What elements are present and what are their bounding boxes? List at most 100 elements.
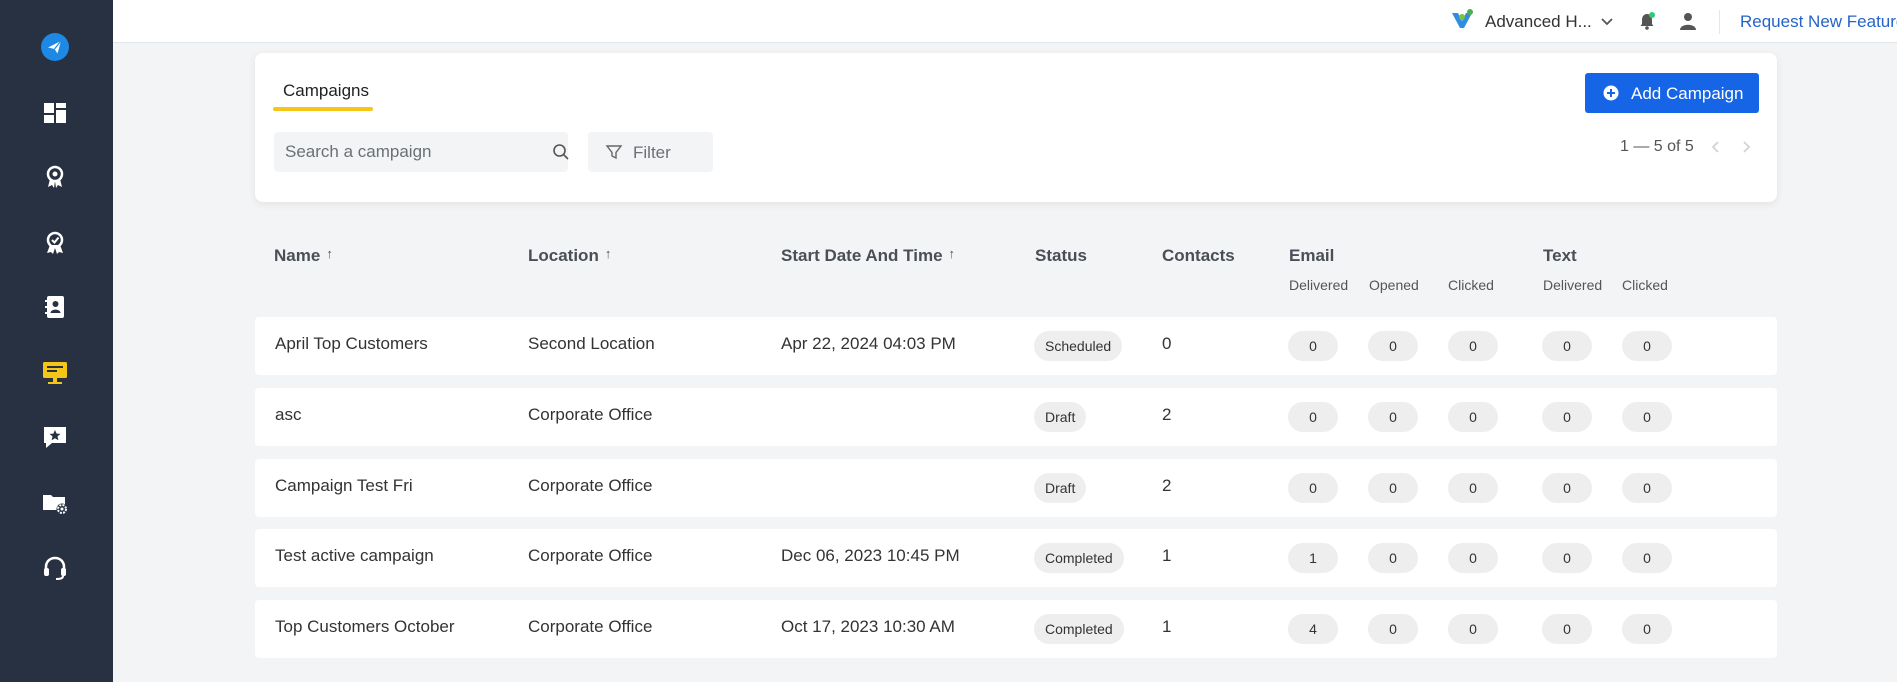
text-clicked-count: 0 xyxy=(1622,402,1672,432)
campaign-location: Corporate Office xyxy=(528,546,653,565)
add-campaign-button[interactable]: Add Campaign xyxy=(1585,73,1759,113)
email-delivered-count: 0 xyxy=(1288,402,1338,432)
account-name[interactable]: Advanced H... xyxy=(1485,12,1592,32)
sidebar-item-dashboard[interactable] xyxy=(36,94,74,132)
email-opened-count: 0 xyxy=(1368,614,1418,644)
email-opened-count: 0 xyxy=(1368,402,1418,432)
campaign-name[interactable]: asc xyxy=(275,405,301,425)
table-row[interactable]: Campaign Test Fri Corporate Office Draft… xyxy=(255,459,1777,517)
sort-arrow-icon: ↑ xyxy=(326,246,333,261)
request-feature-link[interactable]: Request New Feature xyxy=(1740,12,1897,32)
campaign-start: Dec 06, 2023 10:45 PM xyxy=(781,546,960,565)
contacts-icon xyxy=(45,296,64,318)
campaign-location: Corporate Office xyxy=(528,476,653,495)
dashboard-icon xyxy=(44,103,66,123)
status-badge: Completed xyxy=(1034,614,1124,644)
text-clicked-count: 0 xyxy=(1622,331,1672,361)
campaign-contacts: 2 xyxy=(1162,476,1172,495)
column-header-name[interactable]: Name ↑ xyxy=(274,246,333,266)
campaign-name[interactable]: Top Customers October xyxy=(275,617,455,637)
campaign-start: Apr 22, 2024 04:03 PM xyxy=(781,334,956,353)
badge-check-icon xyxy=(46,231,64,254)
subheader-text-clicked: Clicked xyxy=(1622,277,1668,293)
text-delivered-count: 0 xyxy=(1542,614,1592,644)
search-box xyxy=(274,132,570,172)
status-badge: Scheduled xyxy=(1034,331,1123,361)
sidebar-item-contacts[interactable] xyxy=(36,288,74,326)
column-header-contacts: Contacts xyxy=(1162,246,1235,265)
text-clicked-count: 0 xyxy=(1622,543,1672,573)
chevron-right-icon[interactable] xyxy=(1738,139,1754,155)
email-clicked-count: 0 xyxy=(1448,402,1498,432)
campaign-contacts: 1 xyxy=(1162,546,1172,565)
campaign-name[interactable]: April Top Customers xyxy=(275,334,428,354)
campaign-name[interactable]: Campaign Test Fri xyxy=(275,476,413,496)
email-delivered-count: 1 xyxy=(1288,543,1338,573)
table-row[interactable]: April Top Customers Second Location Apr … xyxy=(255,317,1777,375)
status-badge: Draft xyxy=(1034,473,1087,503)
email-delivered-count: 0 xyxy=(1288,473,1338,503)
status-badge: Draft xyxy=(1034,402,1087,432)
campaign-location: Corporate Office xyxy=(528,405,653,424)
folder-settings-icon xyxy=(43,495,68,515)
filter-label: Filter xyxy=(633,143,671,162)
notification-bell-icon[interactable] xyxy=(1637,11,1657,31)
sidebar-item-campaigns[interactable] xyxy=(36,353,74,391)
sort-arrow-icon: ↑ xyxy=(948,246,956,261)
column-header-text: Text xyxy=(1543,246,1577,265)
email-clicked-count: 0 xyxy=(1448,543,1498,573)
email-clicked-count: 0 xyxy=(1448,473,1498,503)
sidebar-item-support[interactable] xyxy=(36,549,74,587)
tab-campaigns[interactable]: Campaigns xyxy=(273,53,373,111)
campaign-start: Oct 17, 2023 10:30 AM xyxy=(781,617,955,636)
campaign-contacts: 1 xyxy=(1162,617,1172,636)
text-clicked-count: 0 xyxy=(1622,473,1672,503)
table-row[interactable]: Test active campaign Corporate Office De… xyxy=(255,529,1777,587)
user-profile-icon[interactable] xyxy=(1678,11,1698,31)
email-opened-count: 0 xyxy=(1368,473,1418,503)
campaigns-toolbar-card: Campaigns Filter Add Campaign 1 — 5 of 5 xyxy=(255,53,1777,202)
brand-logo-icon xyxy=(1452,9,1473,28)
search-icon[interactable] xyxy=(552,143,570,161)
sidebar-item-send[interactable] xyxy=(36,28,74,66)
add-campaign-label: Add Campaign xyxy=(1631,84,1744,103)
column-header-email: Email xyxy=(1289,246,1335,265)
subheader-email-opened: Opened xyxy=(1369,277,1419,293)
sidebar-item-awards[interactable] xyxy=(36,158,74,196)
table-row[interactable]: asc Corporate Office Draft 2 0 0 0 0 0 xyxy=(255,388,1777,446)
email-delivered-count: 4 xyxy=(1288,614,1338,644)
sidebar-item-file-settings[interactable] xyxy=(36,484,74,522)
support-headset-icon xyxy=(44,556,66,580)
column-header-start-date[interactable]: Start Date And Time ↑ xyxy=(781,246,955,266)
sidebar-item-badges[interactable] xyxy=(36,224,74,262)
pagination-info: 1 — 5 of 5 xyxy=(1620,138,1694,155)
email-opened-count: 0 xyxy=(1368,543,1418,573)
plus-circle-icon xyxy=(1603,85,1619,101)
sort-arrow-icon: ↑ xyxy=(604,246,612,261)
campaign-contacts: 2 xyxy=(1162,405,1172,424)
email-delivered-count: 0 xyxy=(1288,331,1338,361)
table-row[interactable]: Top Customers October Corporate Office O… xyxy=(255,600,1777,658)
text-delivered-count: 0 xyxy=(1542,402,1592,432)
subheader-email-clicked: Clicked xyxy=(1448,277,1494,293)
column-header-location[interactable]: Location ↑ xyxy=(528,246,611,266)
text-delivered-count: 0 xyxy=(1542,543,1592,573)
tab-campaigns-label: Campaigns xyxy=(283,81,369,100)
sidebar-item-reviews[interactable] xyxy=(36,418,74,456)
subheader-email-delivered: Delivered xyxy=(1289,277,1349,293)
column-header-status: Status xyxy=(1035,246,1087,265)
email-clicked-count: 0 xyxy=(1448,331,1498,361)
topbar-divider xyxy=(1719,10,1720,34)
review-chat-icon xyxy=(44,427,66,448)
email-opened-count: 0 xyxy=(1368,331,1418,361)
status-badge: Completed xyxy=(1034,543,1124,573)
chevron-down-icon[interactable] xyxy=(1599,13,1615,29)
campaign-name[interactable]: Test active campaign xyxy=(275,546,434,566)
campaign-location: Corporate Office xyxy=(528,617,653,636)
search-input[interactable] xyxy=(274,132,524,172)
campaign-location: Second Location xyxy=(528,334,655,353)
text-delivered-count: 0 xyxy=(1542,473,1592,503)
filter-button[interactable]: Filter xyxy=(588,132,713,172)
chevron-left-icon[interactable] xyxy=(1708,139,1724,155)
campaigns-monitor-icon xyxy=(43,362,67,384)
